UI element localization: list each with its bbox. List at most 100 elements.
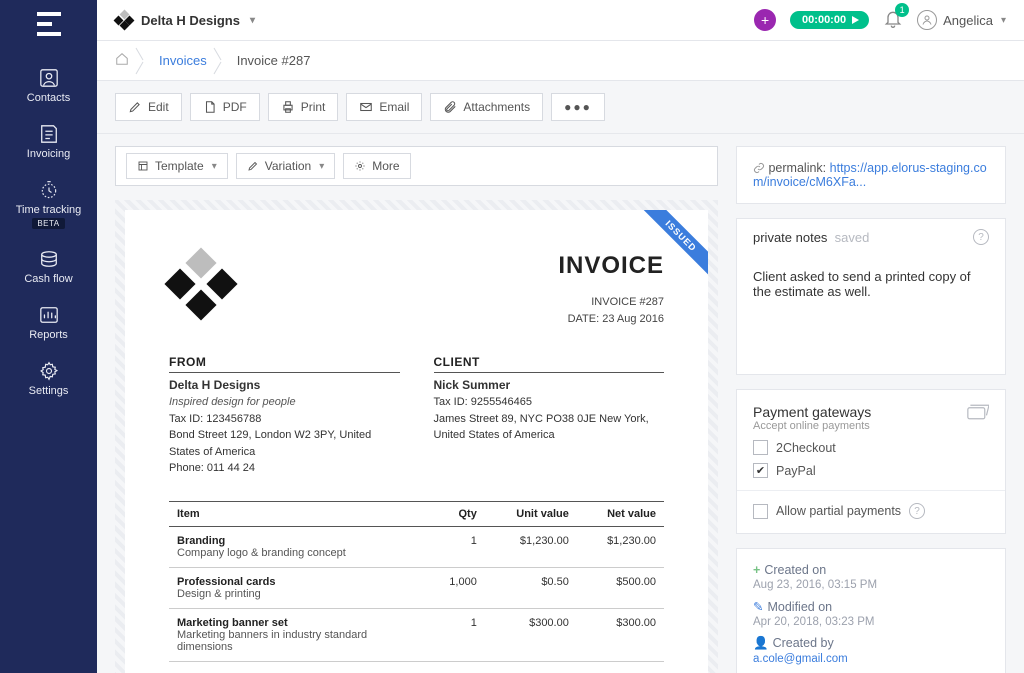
docmore-button[interactable]: More [343, 153, 410, 179]
attachments-button[interactable]: Attachments [430, 93, 543, 121]
email-icon [359, 100, 373, 114]
btn-label: More [372, 159, 399, 173]
main-sidebar: Contacts Invoicing Time tracking BETA Ca… [0, 0, 97, 673]
email-button[interactable]: Email [346, 93, 422, 121]
checkbox-icon: ✔ [753, 463, 768, 478]
from-tagline: Inspired design for people [169, 394, 400, 411]
checkbox-icon [753, 504, 768, 519]
invoice-number: INVOICE #287 [558, 294, 664, 311]
checkbox-icon [753, 440, 768, 455]
item-desc: Company logo & branding concept [177, 547, 418, 559]
sidebar-label: Cash flow [0, 273, 97, 285]
sidebar-item-settings[interactable]: Settings [0, 351, 97, 407]
gateways-subtitle: Accept online payments [753, 420, 871, 432]
org-logo-icon [115, 11, 133, 29]
avatar-icon [917, 10, 937, 30]
from-name: Delta H Designs [169, 376, 400, 394]
notifications-button[interactable]: 1 [883, 9, 903, 32]
org-switcher[interactable]: Delta H Designs ▾ [115, 11, 255, 29]
print-button[interactable]: Print [268, 93, 339, 121]
edit-button[interactable]: Edit [115, 93, 182, 121]
document-frame: ISSUED INVOICE INVOICE #287 DATE: 23 Aug… [115, 200, 718, 673]
home-icon [115, 52, 129, 66]
help-icon[interactable]: ? [909, 503, 925, 519]
org-name: Delta H Designs [141, 13, 240, 28]
clock-icon [38, 180, 60, 200]
sidebar-item-cashflow[interactable]: Cash flow [0, 239, 97, 295]
status-ribbon: ISSUED [630, 210, 708, 288]
allow-partial-payments[interactable]: Allow partial payments ? [753, 503, 989, 519]
item-unit: $1,230.00 [485, 526, 577, 567]
sidebar-item-timetracking[interactable]: Time tracking BETA [0, 170, 97, 239]
partial-label: Allow partial payments [776, 504, 901, 518]
content-body: Template▾ Variation▾ More ISSUED [97, 134, 1024, 673]
btn-label: Template [155, 159, 204, 173]
item-desc: Marketing banners in industry standard d… [177, 629, 418, 653]
notes-textarea[interactable]: Client asked to send a printed copy of t… [736, 255, 1006, 375]
item-net: $500.00 [577, 567, 664, 608]
item-qty: 1,000 [426, 567, 484, 608]
doc-toolbar: Template▾ Variation▾ More [115, 146, 718, 186]
actionbar: Edit PDF Print Email Attachments ●●● [97, 81, 1024, 134]
template-dropdown[interactable]: Template▾ [126, 153, 228, 179]
variation-dropdown[interactable]: Variation▾ [236, 153, 336, 179]
gear-icon [38, 361, 60, 381]
user-menu[interactable]: Angelica ▾ [917, 10, 1006, 30]
app-logo[interactable] [37, 12, 61, 36]
contacts-icon [38, 68, 60, 88]
caret-icon: ▾ [250, 15, 255, 26]
sidebar-item-reports[interactable]: Reports [0, 295, 97, 351]
invoice-document: ISSUED INVOICE INVOICE #287 DATE: 23 Aug… [125, 210, 708, 673]
client-block: CLIENT Nick Summer Tax ID: 9255546465 Ja… [434, 355, 665, 477]
more-button[interactable]: ●●● [551, 93, 605, 121]
beta-badge: BETA [32, 218, 64, 229]
gateway-paypal[interactable]: ✔ PayPal [753, 463, 989, 478]
help-icon[interactable]: ? [973, 229, 989, 245]
item-desc: Design & printing [177, 588, 418, 600]
timer-value: 00:00:00 [802, 14, 846, 26]
pencil-icon [128, 100, 142, 114]
breadcrumb-home[interactable] [115, 52, 129, 69]
client-name: Nick Summer [434, 376, 665, 394]
company-logo [169, 252, 233, 316]
sidebar-item-contacts[interactable]: Contacts [0, 58, 97, 114]
breadcrumb: Invoices Invoice #287 [97, 41, 1024, 81]
sidebar-label: Settings [0, 385, 97, 397]
created-on-value: Aug 23, 2016, 03:15 PM [753, 579, 989, 591]
item-net: $1,230.00 [577, 526, 664, 567]
sidebar-label: Time tracking [0, 204, 97, 216]
sidebar-item-invoicing[interactable]: Invoicing [0, 114, 97, 170]
pdf-icon [203, 100, 217, 114]
item-unit: $0.50 [485, 567, 577, 608]
col-item: Item [169, 501, 426, 526]
timer-button[interactable]: 00:00:00 [790, 11, 869, 29]
invoicing-icon [38, 124, 60, 144]
created-by-value[interactable]: a.cole@gmail.com [753, 653, 848, 665]
invoice-date: DATE: 23 Aug 2016 [558, 311, 664, 328]
payment-gateways-card: Payment gateways Accept online payments … [736, 389, 1006, 534]
client-address: James Street 89, NYC PO38 0JE New York, … [434, 411, 665, 444]
btn-label: Print [301, 100, 326, 114]
print-icon [281, 100, 295, 114]
from-phone: Phone: 011 44 24 [169, 460, 400, 477]
pdf-button[interactable]: PDF [190, 93, 260, 121]
table-row: BrandingCompany logo & branding concept … [169, 526, 664, 567]
gateway-2checkout[interactable]: 2Checkout [753, 440, 989, 455]
play-icon [852, 16, 859, 24]
created-by-label: Created by [773, 636, 834, 650]
reports-icon [38, 305, 60, 325]
sidebar-label: Reports [0, 329, 97, 341]
permalink-label: permalink: [768, 161, 826, 175]
gateway-label: PayPal [776, 464, 816, 478]
item-net: $300.00 [577, 608, 664, 661]
add-button[interactable]: + [754, 9, 776, 31]
item-name: Branding [177, 535, 418, 547]
line-items-table: Item Qty Unit value Net value BrandingCo… [169, 501, 664, 662]
user-icon: 👤 [753, 636, 769, 650]
breadcrumb-invoices[interactable]: Invoices [159, 53, 207, 68]
modified-on-label: Modified on [767, 600, 832, 614]
topbar: Delta H Designs ▾ + 00:00:00 1 Angelica … [97, 0, 1024, 41]
sidebar-label: Invoicing [0, 148, 97, 160]
item-name: Marketing banner set [177, 617, 418, 629]
notification-count: 1 [895, 3, 909, 17]
